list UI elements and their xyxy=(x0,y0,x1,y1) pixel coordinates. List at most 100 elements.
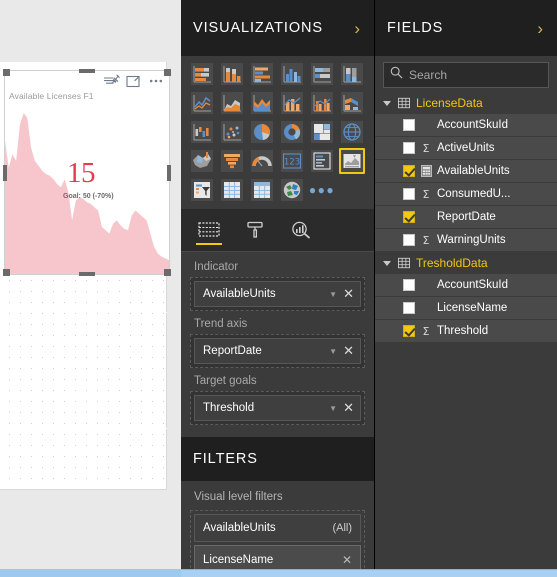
selection-handle[interactable] xyxy=(164,269,171,276)
chevron-down-icon[interactable]: ▼ xyxy=(329,404,337,413)
selection-handle[interactable] xyxy=(3,164,7,181)
format-tab[interactable] xyxy=(241,213,269,247)
stacked-column-chart-icon[interactable] xyxy=(219,61,245,87)
well-field-chip[interactable]: ReportDate ▼ ✕ xyxy=(194,338,361,364)
clustered-column-chart-icon[interactable] xyxy=(279,61,305,87)
donut-chart-icon[interactable] xyxy=(279,119,305,145)
area-chart-icon[interactable] xyxy=(219,90,245,116)
card-visual-icon[interactable]: 123 xyxy=(279,148,305,174)
field-checkbox[interactable] xyxy=(403,119,415,131)
selection-handle[interactable] xyxy=(167,164,171,181)
treemap-chart-icon[interactable] xyxy=(309,119,335,145)
field-row[interactable]: AccountSkuId xyxy=(375,114,557,137)
field-name: AccountSkuId xyxy=(437,119,508,131)
stacked-bar-chart-icon[interactable] xyxy=(189,61,215,87)
filter-scope: (All) xyxy=(332,522,352,534)
visual-level-filters-label: Visual level filters xyxy=(194,491,283,503)
100-stacked-column-chart-icon[interactable] xyxy=(339,61,365,87)
ribbon-chart-icon[interactable] xyxy=(339,90,365,116)
field-checkbox[interactable] xyxy=(403,211,415,223)
filters-title: FILTERS xyxy=(193,451,258,467)
field-row[interactable]: ReportDate xyxy=(375,206,557,229)
field-row[interactable]: Σ WarningUnits xyxy=(375,229,557,252)
expand-collapse-icon[interactable] xyxy=(383,260,391,266)
remove-field-icon[interactable]: ✕ xyxy=(341,343,356,359)
kpi-title: Available Licenses F1 xyxy=(9,91,94,101)
scatter-chart-icon[interactable] xyxy=(219,119,245,145)
filters-pane-header: FILTERS xyxy=(181,437,374,481)
canvas-divider xyxy=(0,312,167,313)
selection-handle[interactable] xyxy=(79,272,95,276)
field-checkbox[interactable] xyxy=(403,302,415,314)
line-clustered-column-chart-icon[interactable] xyxy=(309,90,335,116)
remove-field-icon[interactable]: ✕ xyxy=(341,400,356,416)
well-label: Indicator xyxy=(194,261,239,273)
filter-field-name: AvailableUnits xyxy=(203,522,276,534)
multi-row-card-visual-icon[interactable] xyxy=(309,148,335,174)
kpi-visual-icon[interactable] xyxy=(339,148,365,174)
remove-filter-icon[interactable]: ✕ xyxy=(342,553,352,567)
field-checkbox[interactable] xyxy=(403,188,415,200)
line-chart-icon[interactable] xyxy=(189,90,215,116)
chevron-down-icon[interactable]: ▼ xyxy=(329,347,337,356)
field-checkbox[interactable] xyxy=(403,325,415,337)
visual-property-tabs xyxy=(181,209,374,251)
field-checkbox[interactable] xyxy=(403,234,415,246)
slicer-visual-icon[interactable] xyxy=(189,177,215,203)
field-checkbox[interactable] xyxy=(403,142,415,154)
fields-table-row[interactable]: TresholdData xyxy=(375,252,557,274)
field-row[interactable]: AccountSkuId xyxy=(375,274,557,297)
clustered-bar-chart-icon[interactable] xyxy=(249,61,275,87)
fields-tab[interactable] xyxy=(195,213,223,247)
canvas-divider xyxy=(0,428,167,429)
selection-handle[interactable] xyxy=(164,69,171,76)
report-canvas-area: Available Licenses F1 15 Goal: 50 (-70%) xyxy=(0,0,181,577)
filled-map-visual-icon[interactable] xyxy=(189,148,215,174)
field-checkbox[interactable] xyxy=(403,165,415,177)
selection-handle[interactable] xyxy=(3,269,10,276)
search-input[interactable] xyxy=(409,68,542,82)
well-field-chip[interactable]: AvailableUnits ▼ ✕ xyxy=(194,281,361,307)
focus-mode-icon[interactable] xyxy=(126,74,142,88)
well-dropzone[interactable]: Threshold ▼ ✕ xyxy=(190,391,365,425)
visualizations-title: VISUALIZATIONS xyxy=(193,20,323,36)
field-row[interactable]: AvailableUnits xyxy=(375,160,557,183)
table-name: TresholdData xyxy=(416,256,488,270)
analytics-tab[interactable] xyxy=(287,213,315,247)
pin-icon[interactable] xyxy=(104,74,120,88)
field-row[interactable]: Σ ConsumedU... xyxy=(375,183,557,206)
stacked-area-chart-icon[interactable] xyxy=(249,90,275,116)
selection-handle[interactable] xyxy=(79,69,95,73)
field-row[interactable]: LicenseName xyxy=(375,297,557,320)
field-checkbox[interactable] xyxy=(403,279,415,291)
table-visual-icon[interactable] xyxy=(219,177,245,203)
well-dropzone[interactable]: AvailableUnits ▼ ✕ xyxy=(190,277,365,311)
field-row[interactable]: Σ Threshold xyxy=(375,320,557,343)
arcgis-map-visual-icon[interactable] xyxy=(279,177,305,203)
line-stacked-column-chart-icon[interactable] xyxy=(279,90,305,116)
filter-card[interactable]: AvailableUnits (All) xyxy=(194,514,361,542)
matrix-visual-icon[interactable] xyxy=(249,177,275,203)
kpi-visual[interactable]: Available Licenses F1 15 Goal: 50 (-70%) xyxy=(3,69,171,276)
selection-handle[interactable] xyxy=(3,69,10,76)
field-name: WarningUnits xyxy=(437,234,506,246)
search-box[interactable] xyxy=(383,62,549,88)
fields-table-row[interactable]: LicenseData xyxy=(375,92,557,114)
remove-field-icon[interactable]: ✕ xyxy=(341,286,356,302)
chevron-right-icon[interactable]: › xyxy=(537,20,543,37)
funnel-chart-icon[interactable] xyxy=(219,148,245,174)
expand-collapse-icon[interactable] xyxy=(383,100,391,106)
gauge-chart-icon[interactable] xyxy=(249,148,275,174)
more-visuals-icon[interactable]: ●●● xyxy=(309,177,335,203)
field-row[interactable]: Σ ActiveUnits xyxy=(375,137,557,160)
more-options-icon[interactable] xyxy=(148,74,164,88)
report-page[interactable]: Available Licenses F1 15 Goal: 50 (-70%) xyxy=(0,62,171,490)
well-dropzone[interactable]: ReportDate ▼ ✕ xyxy=(190,334,365,368)
chevron-right-icon[interactable]: › xyxy=(354,20,360,37)
waterfall-chart-icon[interactable] xyxy=(189,119,215,145)
well-field-chip[interactable]: Threshold ▼ ✕ xyxy=(194,395,361,421)
pie-chart-icon[interactable] xyxy=(249,119,275,145)
chevron-down-icon[interactable]: ▼ xyxy=(329,290,337,299)
100-stacked-bar-chart-icon[interactable] xyxy=(309,61,335,87)
map-visual-icon[interactable] xyxy=(339,119,365,145)
